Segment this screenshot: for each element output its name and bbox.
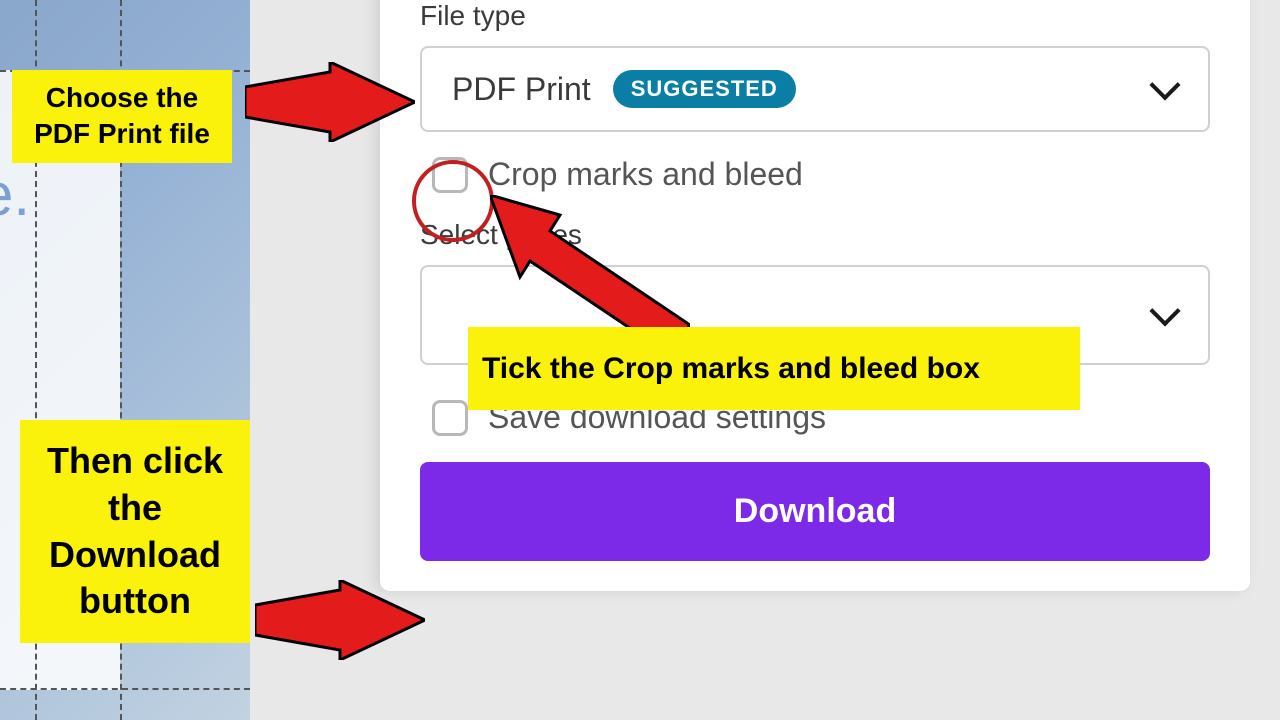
file-type-value: PDF Print: [452, 71, 591, 108]
annotation-callout-crop: Tick the Crop marks and bleed box: [468, 327, 1080, 410]
annotation-arrow: [255, 580, 425, 660]
chevron-down-icon: [1152, 76, 1178, 102]
crop-marks-row[interactable]: Crop marks and bleed: [432, 156, 1210, 193]
save-settings-checkbox[interactable]: [432, 400, 468, 436]
annotation-circle: [412, 160, 494, 242]
chevron-down-icon: [1152, 302, 1178, 328]
annotation-callout-download: Then click the Download button: [20, 420, 250, 643]
file-type-dropdown[interactable]: PDF Print SUGGESTED: [420, 46, 1210, 132]
download-button[interactable]: Download: [420, 462, 1210, 561]
file-type-label: File type: [420, 0, 1210, 32]
canvas-guide-line: [0, 688, 250, 690]
annotation-callout-pdf: Choose the PDF Print file: [12, 70, 232, 163]
annotation-arrow: [245, 62, 415, 142]
crop-marks-label: Crop marks and bleed: [488, 156, 803, 193]
suggested-badge: SUGGESTED: [613, 70, 796, 108]
canvas-sample-text: e.: [0, 160, 30, 229]
